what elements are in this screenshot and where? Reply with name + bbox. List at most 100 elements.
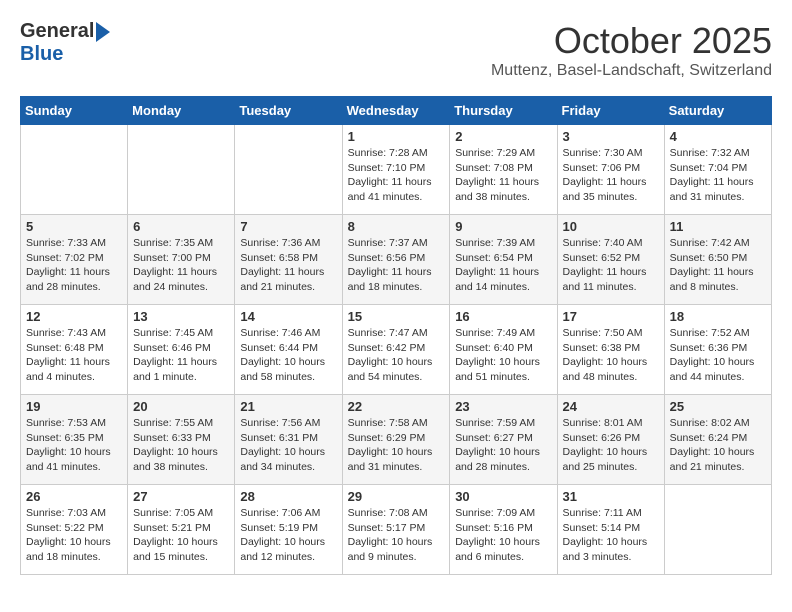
day-info: Sunrise: 7:33 AM Sunset: 7:02 PM Dayligh… — [26, 236, 122, 295]
day-number: 24 — [563, 399, 659, 414]
month-title: October 2025 — [491, 20, 772, 62]
day-number: 7 — [240, 219, 336, 234]
calendar-cell: 26 Sunrise: 7:03 AM Sunset: 5:22 PM Dayli… — [21, 485, 128, 575]
calendar-table: SundayMondayTuesdayWednesdayThursdayFrid… — [20, 96, 772, 575]
day-info: Sunrise: 7:42 AM Sunset: 6:50 PM Dayligh… — [670, 236, 766, 295]
weekday-header-wednesday: Wednesday — [342, 97, 450, 125]
logo: General Blue — [20, 20, 110, 66]
logo-blue-text: Blue — [20, 43, 63, 66]
day-number: 9 — [455, 219, 551, 234]
weekday-header-tuesday: Tuesday — [235, 97, 342, 125]
day-number: 20 — [133, 399, 229, 414]
day-number: 10 — [563, 219, 659, 234]
calendar-cell: 14 Sunrise: 7:46 AM Sunset: 6:44 PM Dayli… — [235, 305, 342, 395]
day-info: Sunrise: 7:05 AM Sunset: 5:21 PM Dayligh… — [133, 506, 229, 565]
calendar-cell: 19 Sunrise: 7:53 AM Sunset: 6:35 PM Dayli… — [21, 395, 128, 485]
day-number: 31 — [563, 489, 659, 504]
day-info: Sunrise: 7:30 AM Sunset: 7:06 PM Dayligh… — [563, 146, 659, 205]
calendar-cell: 30 Sunrise: 7:09 AM Sunset: 5:16 PM Dayli… — [450, 485, 557, 575]
day-number: 15 — [348, 309, 445, 324]
day-info: Sunrise: 7:55 AM Sunset: 6:33 PM Dayligh… — [133, 416, 229, 475]
day-number: 30 — [455, 489, 551, 504]
calendar-cell: 21 Sunrise: 7:56 AM Sunset: 6:31 PM Dayli… — [235, 395, 342, 485]
calendar-cell: 15 Sunrise: 7:47 AM Sunset: 6:42 PM Dayli… — [342, 305, 450, 395]
weekday-header-saturday: Saturday — [664, 97, 771, 125]
calendar-cell: 22 Sunrise: 7:58 AM Sunset: 6:29 PM Dayli… — [342, 395, 450, 485]
weekday-header-friday: Friday — [557, 97, 664, 125]
day-info: Sunrise: 8:02 AM Sunset: 6:24 PM Dayligh… — [670, 416, 766, 475]
day-number: 23 — [455, 399, 551, 414]
day-number: 21 — [240, 399, 336, 414]
location: Muttenz, Basel-Landschaft, Switzerland — [491, 62, 772, 80]
week-row-5: 26 Sunrise: 7:03 AM Sunset: 5:22 PM Dayli… — [21, 485, 772, 575]
day-info: Sunrise: 7:35 AM Sunset: 7:00 PM Dayligh… — [133, 236, 229, 295]
day-number: 2 — [455, 129, 551, 144]
day-number: 4 — [670, 129, 766, 144]
day-info: Sunrise: 7:39 AM Sunset: 6:54 PM Dayligh… — [455, 236, 551, 295]
day-info: Sunrise: 7:56 AM Sunset: 6:31 PM Dayligh… — [240, 416, 336, 475]
day-info: Sunrise: 7:37 AM Sunset: 6:56 PM Dayligh… — [348, 236, 445, 295]
calendar-cell: 20 Sunrise: 7:55 AM Sunset: 6:33 PM Dayli… — [128, 395, 235, 485]
day-info: Sunrise: 7:50 AM Sunset: 6:38 PM Dayligh… — [563, 326, 659, 385]
day-info: Sunrise: 8:01 AM Sunset: 6:26 PM Dayligh… — [563, 416, 659, 475]
day-number: 28 — [240, 489, 336, 504]
calendar-cell — [664, 485, 771, 575]
calendar-cell: 10 Sunrise: 7:40 AM Sunset: 6:52 PM Dayli… — [557, 215, 664, 305]
title-block: October 2025 Muttenz, Basel-Landschaft, … — [491, 20, 772, 80]
calendar-cell — [21, 125, 128, 215]
weekday-header-sunday: Sunday — [21, 97, 128, 125]
day-info: Sunrise: 7:36 AM Sunset: 6:58 PM Dayligh… — [240, 236, 336, 295]
day-number: 16 — [455, 309, 551, 324]
day-info: Sunrise: 7:59 AM Sunset: 6:27 PM Dayligh… — [455, 416, 551, 475]
logo-arrow-icon — [96, 22, 110, 42]
calendar-cell: 25 Sunrise: 8:02 AM Sunset: 6:24 PM Dayli… — [664, 395, 771, 485]
calendar-cell — [235, 125, 342, 215]
day-number: 27 — [133, 489, 229, 504]
day-info: Sunrise: 7:11 AM Sunset: 5:14 PM Dayligh… — [563, 506, 659, 565]
day-number: 1 — [348, 129, 445, 144]
calendar-cell — [128, 125, 235, 215]
day-info: Sunrise: 7:40 AM Sunset: 6:52 PM Dayligh… — [563, 236, 659, 295]
calendar-cell: 28 Sunrise: 7:06 AM Sunset: 5:19 PM Dayli… — [235, 485, 342, 575]
day-info: Sunrise: 7:06 AM Sunset: 5:19 PM Dayligh… — [240, 506, 336, 565]
day-info: Sunrise: 7:43 AM Sunset: 6:48 PM Dayligh… — [26, 326, 122, 385]
calendar-cell: 27 Sunrise: 7:05 AM Sunset: 5:21 PM Dayli… — [128, 485, 235, 575]
logo-general-text: General — [20, 20, 94, 43]
day-number: 5 — [26, 219, 122, 234]
weekday-header-row: SundayMondayTuesdayWednesdayThursdayFrid… — [21, 97, 772, 125]
day-info: Sunrise: 7:46 AM Sunset: 6:44 PM Dayligh… — [240, 326, 336, 385]
week-row-4: 19 Sunrise: 7:53 AM Sunset: 6:35 PM Dayli… — [21, 395, 772, 485]
week-row-1: 1Sunrise: 7:28 AM Sunset: 7:10 PM Daylig… — [21, 125, 772, 215]
day-number: 22 — [348, 399, 445, 414]
day-number: 11 — [670, 219, 766, 234]
day-number: 18 — [670, 309, 766, 324]
calendar-cell: 18 Sunrise: 7:52 AM Sunset: 6:36 PM Dayli… — [664, 305, 771, 395]
day-number: 26 — [26, 489, 122, 504]
calendar-cell: 8 Sunrise: 7:37 AM Sunset: 6:56 PM Daylig… — [342, 215, 450, 305]
day-number: 25 — [670, 399, 766, 414]
day-info: Sunrise: 7:03 AM Sunset: 5:22 PM Dayligh… — [26, 506, 122, 565]
day-number: 29 — [348, 489, 445, 504]
calendar-cell: 5 Sunrise: 7:33 AM Sunset: 7:02 PM Daylig… — [21, 215, 128, 305]
day-number: 13 — [133, 309, 229, 324]
day-info: Sunrise: 7:52 AM Sunset: 6:36 PM Dayligh… — [670, 326, 766, 385]
week-row-3: 12 Sunrise: 7:43 AM Sunset: 6:48 PM Dayli… — [21, 305, 772, 395]
day-number: 3 — [563, 129, 659, 144]
day-info: Sunrise: 7:53 AM Sunset: 6:35 PM Dayligh… — [26, 416, 122, 475]
day-number: 14 — [240, 309, 336, 324]
day-number: 19 — [26, 399, 122, 414]
day-info: Sunrise: 7:47 AM Sunset: 6:42 PM Dayligh… — [348, 326, 445, 385]
calendar-cell: 13 Sunrise: 7:45 AM Sunset: 6:46 PM Dayli… — [128, 305, 235, 395]
day-number: 12 — [26, 309, 122, 324]
day-info: Sunrise: 7:29 AM Sunset: 7:08 PM Dayligh… — [455, 146, 551, 205]
weekday-header-thursday: Thursday — [450, 97, 557, 125]
calendar-cell: 7 Sunrise: 7:36 AM Sunset: 6:58 PM Daylig… — [235, 215, 342, 305]
calendar-cell: 17Sunrise: 7:50 AM Sunset: 6:38 PM Dayli… — [557, 305, 664, 395]
day-info: Sunrise: 7:09 AM Sunset: 5:16 PM Dayligh… — [455, 506, 551, 565]
day-number: 8 — [348, 219, 445, 234]
calendar-cell: 1Sunrise: 7:28 AM Sunset: 7:10 PM Daylig… — [342, 125, 450, 215]
day-info: Sunrise: 7:45 AM Sunset: 6:46 PM Dayligh… — [133, 326, 229, 385]
calendar-cell: 9 Sunrise: 7:39 AM Sunset: 6:54 PM Daylig… — [450, 215, 557, 305]
day-info: Sunrise: 7:58 AM Sunset: 6:29 PM Dayligh… — [348, 416, 445, 475]
calendar-cell: 12 Sunrise: 7:43 AM Sunset: 6:48 PM Dayli… — [21, 305, 128, 395]
